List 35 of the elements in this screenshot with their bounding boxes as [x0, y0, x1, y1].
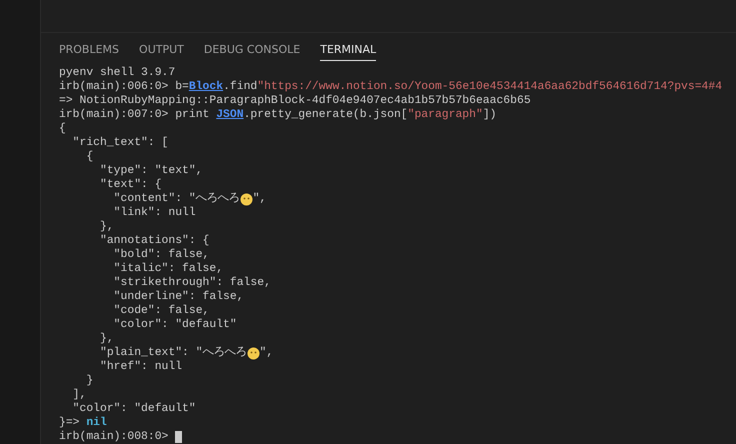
terminal-line: "type": "text", [99, 164, 204, 178]
terminal-line: { [85, 150, 94, 164]
terminal-line: "code": false, [112, 304, 210, 318]
face-icon [240, 192, 253, 206]
terminal-text: ", [252, 192, 266, 206]
panel-tab[interactable]: TERMINAL [320, 43, 376, 61]
terminal-line: pyenv shell 3.9.7 [59, 66, 176, 80]
terminal-line: "annotations": { [99, 234, 210, 248]
terminal-line: "text": { [99, 178, 163, 192]
terminal-line: "underline": false, [112, 290, 245, 304]
panel-tab[interactable]: OUTPUT [139, 43, 184, 61]
terminal-line: }=> nil [59, 416, 108, 430]
terminal-line: => NotionRubyMapping::ParagraphBlock-4df04e9407ec4ab1b57b57b6eaac6b65 [59, 94, 532, 108]
terminal-text: ", [260, 346, 274, 360]
terminal-line: "strikethrough": false, [112, 276, 272, 290]
panel-tab[interactable]: DEBUG CONSOLE [204, 43, 300, 61]
terminal-line: }, [99, 332, 115, 346]
terminal-line: } [85, 374, 94, 388]
panel-tab[interactable]: PROBLEMS [59, 43, 120, 61]
terminal-line: irb(main):007:0> print JSON.pretty_generate(b.json["paragraph"]) [59, 108, 498, 122]
terminal-line: }, [99, 220, 115, 234]
terminal-line: "rich_text": [ [72, 136, 170, 150]
face-icon [246, 346, 260, 360]
terminal-text: "plain_text": "へろへろ [99, 346, 247, 360]
terminal-line: "color": "default" [72, 402, 197, 416]
terminal-text: "content": "へろへろ [112, 192, 240, 206]
terminal-line: "italic": false, [112, 262, 224, 276]
terminal-line: irb(main):006:0> b=Block.find"https://www.notion.so/Yoom-56e10e4534414a6aa62bdf564616d714?pvs=4#4 [59, 80, 724, 94]
terminal-text: irb(main):008:0> [59, 430, 170, 444]
terminal-line: "href": null [99, 360, 184, 374]
terminal-line: { [59, 122, 67, 136]
terminal-line: "link": null [112, 206, 197, 220]
terminal-line: ], [72, 388, 88, 402]
terminal-line: "bold": false, [112, 248, 210, 262]
terminal-line: "color": "default" [112, 318, 238, 332]
